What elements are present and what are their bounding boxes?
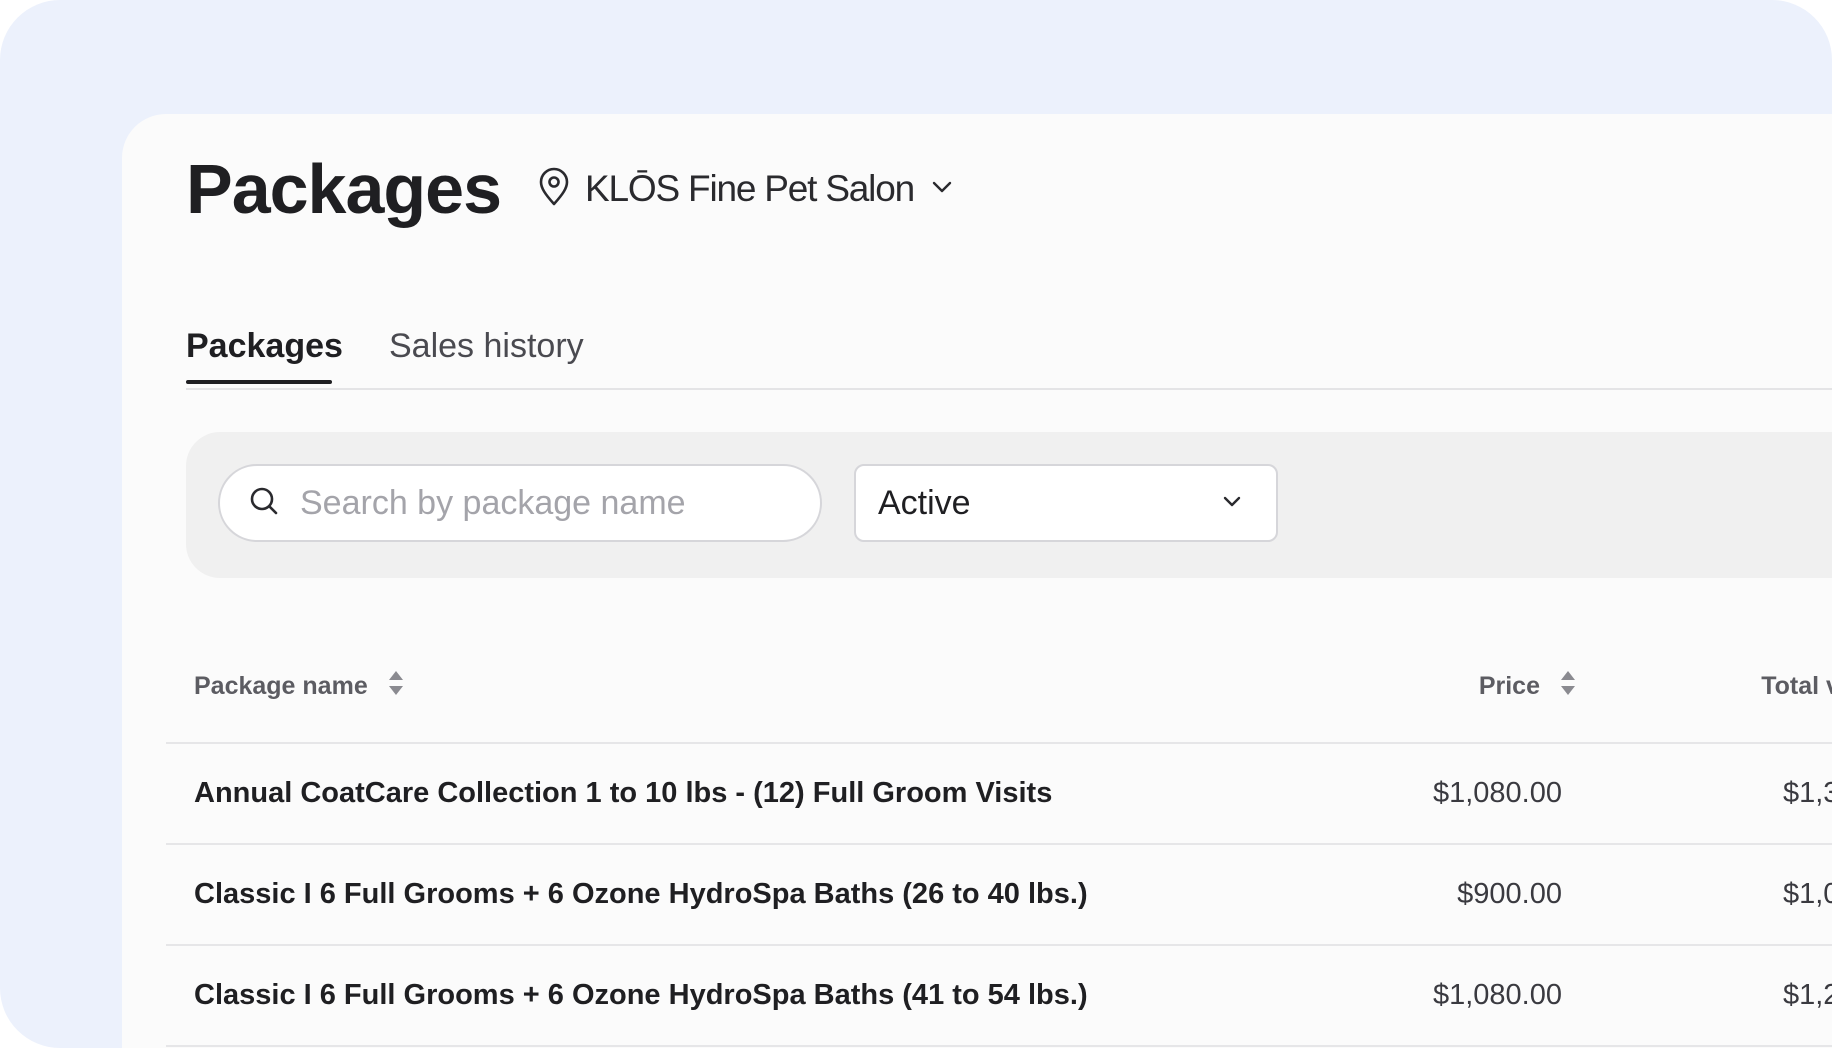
active-tab-indicator — [186, 380, 332, 384]
column-header-price[interactable]: Price — [1479, 670, 1576, 703]
price-cell: $1,080.00 — [1432, 979, 1562, 1011]
package-name-cell: Classic I 6 Full Grooms + 6 Ozone HydroS… — [194, 878, 1088, 910]
page-title: Packages — [186, 150, 502, 228]
table-row[interactable]: Classic I 6 Full Grooms + 6 Ozone HydroS… — [166, 845, 1832, 946]
location-name: KLŌS Fine Pet Salon — [585, 168, 915, 209]
chevron-down-icon — [914, 175, 954, 204]
column-header-package-name[interactable]: Package name — [194, 670, 404, 703]
total-value-cell: $1,050.00 — [1782, 878, 1832, 910]
status-select-value: Active — [878, 483, 971, 522]
package-name-cell: Annual CoatCare Collection 1 to 10 lbs -… — [194, 777, 1053, 809]
total-value-cell: $1,380.00 — [1782, 777, 1832, 809]
tab-bar: Packages Sales history — [186, 310, 1832, 390]
status-select[interactable]: Active — [854, 464, 1278, 542]
filter-bar: Active — [186, 432, 1832, 578]
search-icon — [220, 485, 298, 522]
price-cell: $900.00 — [1457, 878, 1562, 910]
column-header-label: Package name — [194, 672, 368, 700]
sort-icon — [1540, 670, 1576, 703]
tab-packages-label: Packages — [186, 327, 343, 365]
table-row[interactable]: Classic I 6 Full Grooms + 6 Ozone HydroS… — [166, 946, 1832, 1047]
total-value-cell: $1,230.00 — [1782, 979, 1832, 1011]
column-header-label: Total value — [1761, 672, 1832, 700]
page-header: Packages KLŌS Fine Pet Salon — [186, 154, 954, 224]
price-cell: $1,080.00 — [1432, 777, 1562, 809]
table-header: Package name Price Total value — [166, 644, 1832, 744]
packages-table: Package name Price Total value — [166, 644, 1832, 1047]
location-selector[interactable]: KLŌS Fine Pet Salon — [537, 167, 954, 212]
column-header-total-value[interactable]: Total value — [1761, 670, 1832, 703]
app-frame: Packages KLŌS Fine Pet Salon Packages Sa… — [0, 0, 1832, 1048]
content-panel: Packages KLŌS Fine Pet Salon Packages Sa… — [122, 114, 1832, 1048]
table-row[interactable]: Annual CoatCare Collection 1 to 10 lbs -… — [166, 744, 1832, 845]
map-pin-icon — [537, 167, 585, 212]
column-header-label: Price — [1478, 672, 1540, 700]
search-input[interactable] — [298, 482, 802, 524]
tab-sales-history[interactable]: Sales history — [389, 310, 584, 382]
search-field[interactable] — [218, 464, 822, 542]
tab-packages[interactable]: Packages — [186, 310, 343, 384]
package-name-cell: Classic I 6 Full Grooms + 6 Ozone HydroS… — [194, 979, 1088, 1011]
chevron-down-icon — [1220, 489, 1276, 518]
tab-sales-history-label: Sales history — [389, 327, 584, 365]
sort-icon — [368, 670, 404, 703]
